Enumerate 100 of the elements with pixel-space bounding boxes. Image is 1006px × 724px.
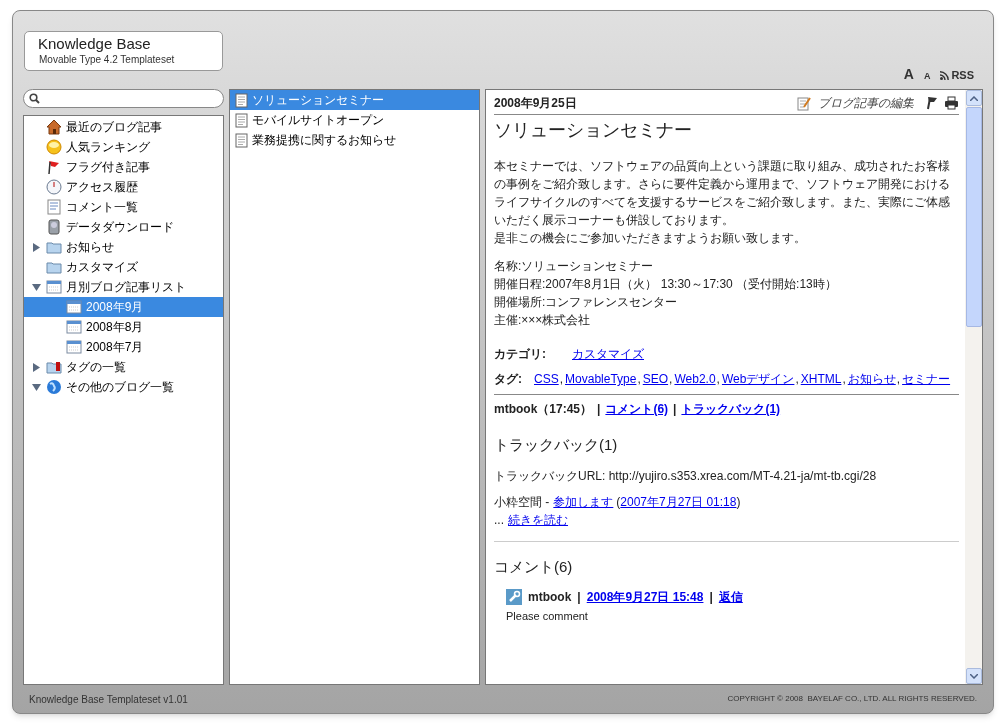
comment-body: Please comment (506, 609, 589, 624)
tree-item-label: カスタマイズ (66, 259, 138, 276)
document-icon (235, 92, 248, 108)
tree-item[interactable]: 2008年7月 (24, 337, 223, 357)
post-author-time: mtbook（17:45） (494, 401, 593, 418)
collapse-triangle-icon[interactable] (31, 282, 41, 292)
calendar-icon (66, 299, 82, 315)
folder-tag-icon (46, 359, 62, 375)
entry-list-item[interactable]: モバイルサイトオープン (230, 110, 479, 130)
entry-title: ソリューションセミナー (252, 92, 384, 109)
tree-item-label: 2008年9月 (86, 299, 144, 316)
printer-icon[interactable] (944, 96, 959, 110)
footer-copyright: COPYRIGHT © 2008 BAYELAF CO., LTD. ALL RIGHTS RESERVED. (727, 693, 977, 705)
tree-item[interactable]: その他のブログ一覧 (24, 377, 223, 397)
site-subtitle: Movable Type 4.2 Templateset (38, 53, 176, 67)
close-paren: ) (736, 493, 741, 511)
detail-line: 名称:ソリューションセミナー (494, 258, 655, 275)
tree-item[interactable]: タグの一覧 (24, 357, 223, 377)
site-title: Knowledge Base (38, 35, 152, 53)
tree-item-label: タグの一覧 (66, 359, 126, 376)
trackback-source: 小粋空間 - (494, 493, 550, 511)
wrench-avatar-icon (506, 589, 522, 605)
tree-item-label: 最近のブログ記事 (66, 119, 162, 136)
tree-item[interactable]: アクセス履歴 (24, 177, 223, 197)
folder-icon (46, 259, 62, 275)
collapse-triangle-icon[interactable] (31, 382, 41, 392)
reply-link[interactable]: 返信 (718, 588, 743, 606)
tag-link[interactable]: セミナー (902, 370, 951, 388)
entry-list-item[interactable]: ソリューションセミナー (230, 90, 479, 110)
tree-item[interactable]: コメント一覧 (24, 197, 223, 217)
tag-link[interactable]: お知らせ (847, 370, 896, 388)
document-icon (235, 112, 248, 128)
tag-link[interactable]: Webデザイン (721, 370, 795, 388)
tree-item-label: 2008年7月 (86, 339, 144, 356)
tree-item[interactable]: フラグ付き記事 (24, 157, 223, 177)
read-more-link[interactable]: 続きを読む (508, 510, 568, 529)
trackback-heading: トラックバック(1) (494, 435, 619, 455)
document-icon (235, 132, 248, 148)
tree-item[interactable]: お知らせ (24, 237, 223, 257)
meta-separator: | (709, 589, 713, 606)
meta-link[interactable]: コメント(6) (605, 400, 669, 418)
folder-icon (46, 239, 62, 255)
comment-author: mtbook (528, 589, 572, 606)
rss-icon (940, 71, 950, 80)
category-link[interactable]: カスタマイズ (572, 345, 644, 363)
rss-link[interactable]: RSS (940, 70, 974, 81)
article-paragraph: 是非この機会にご参加いただきますようお願い致します。 (494, 230, 807, 247)
down-caret-icon (969, 673, 978, 679)
tag-separator: , (669, 371, 673, 388)
article-title: ソリューションセミナー (494, 119, 693, 141)
tree-item-label: アクセス履歴 (66, 179, 138, 196)
tree-item-label: データダウンロード (66, 219, 174, 236)
category-label: カテゴリ: (494, 346, 547, 363)
tree-item-label: 人気ランキング (66, 139, 150, 156)
scroll-down-button[interactable] (965, 668, 982, 684)
tag-separator: , (896, 371, 901, 388)
tag-separator: , (716, 371, 720, 388)
edit-entry-link[interactable]: ブログ記事の編集 (818, 94, 914, 112)
vertical-scrollbar[interactable] (965, 90, 982, 684)
detail-line: 主催:×××株式会社 (494, 312, 592, 329)
tree-item[interactable]: 最近のブログ記事 (24, 117, 223, 137)
trackback-title-link[interactable]: 参加します (553, 492, 614, 511)
tag-link[interactable]: MovableType (565, 370, 637, 388)
tree-item[interactable]: 2008年9月 (24, 297, 223, 317)
tag-link[interactable]: Web2.0 (674, 370, 716, 388)
meta-link[interactable]: トラックバック(1) (681, 400, 781, 418)
detail-line: 開催日程:2007年8月1日（火） 13:30～17:30 （受付開始:13時） (494, 276, 838, 293)
calendar-icon (66, 319, 82, 335)
clock-icon (46, 179, 62, 195)
tag-link[interactable]: CSS (534, 370, 559, 388)
tree-item[interactable]: データダウンロード (24, 217, 223, 237)
article-paragraph: 本セミナーでは、ソフトウェアの品質向上という課題に取り組み、成功されたお客様の事例をご紹介致します。さらに要件定義から運用まで、ソフトウェア開発におけるライフサイクルのすべてを支援するサービスをご紹介致します。また、実際にご体感いただく展示コーナーも併設しております。 (494, 158, 951, 229)
tree-item[interactable]: カスタマイズ (24, 257, 223, 277)
font-size-button[interactable]: A (923, 72, 931, 81)
meta-separator: | (673, 401, 677, 418)
comment-date-link[interactable]: 2008年9月27日 15:48 (586, 588, 704, 606)
expand-triangle-icon[interactable] (31, 242, 41, 252)
tags-label: タグ: (494, 371, 523, 388)
article-date: 2008年9月25日 (494, 95, 577, 112)
entry-title: 業務提携に関するお知らせ (252, 132, 396, 149)
flag-icon (46, 159, 62, 175)
expand-triangle-icon[interactable] (31, 362, 41, 372)
font-size-button[interactable]: A (903, 67, 914, 81)
tag-link[interactable]: SEO (642, 370, 669, 388)
scroll-up-button[interactable] (965, 90, 982, 106)
tree-item[interactable]: 月別ブログ記事リスト (24, 277, 223, 297)
tag-link[interactable]: XHTML (800, 370, 842, 388)
detail-line: 開催場所:コンファレンスセンター (494, 294, 679, 311)
tree-item-label: お知らせ (66, 239, 114, 256)
scrollbar-thumb[interactable] (965, 107, 982, 327)
tree-item[interactable]: 人気ランキング (24, 137, 223, 157)
calendar-icon (46, 279, 62, 295)
entry-list-item[interactable]: 業務提携に関するお知らせ (230, 130, 479, 150)
tag-separator: , (559, 371, 564, 388)
flag-icon[interactable] (926, 96, 938, 110)
trackback-date-link[interactable]: 2007年7月27日 01:18 (620, 492, 737, 511)
tree-item[interactable]: 2008年8月 (24, 317, 223, 337)
search-field[interactable] (23, 89, 224, 108)
edit-note-icon (797, 95, 812, 111)
tree-item-label: 2008年8月 (86, 319, 144, 336)
